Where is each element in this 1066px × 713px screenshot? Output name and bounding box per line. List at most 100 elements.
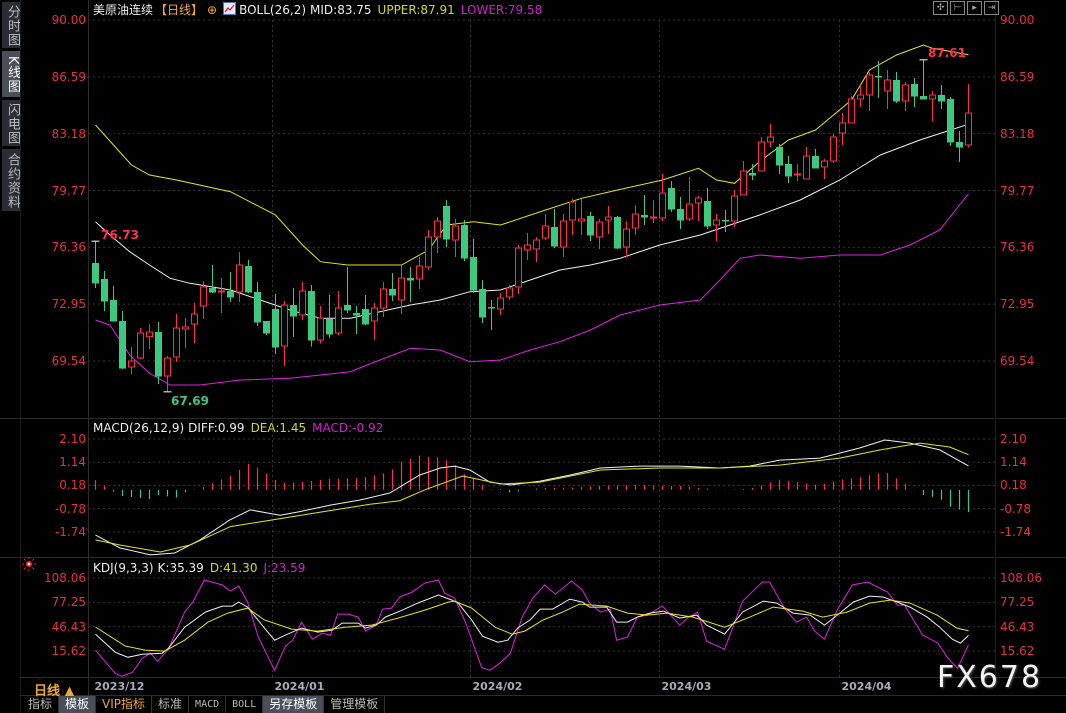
- candle-up: [299, 282, 306, 320]
- fx678-watermark: FX678: [937, 660, 1043, 695]
- kdj-j-line: [95, 579, 969, 677]
- candle-body: [911, 84, 918, 97]
- candle-body: [641, 215, 648, 218]
- chart-toolbar: ✣ ⊢ ▸ ⇥: [933, 1, 1001, 20]
- kdj-tick-right: 15.62: [1000, 644, 1035, 658]
- candle-down: [443, 200, 450, 247]
- candle-down: [407, 267, 414, 302]
- candle-up: [164, 356, 171, 392]
- candle-body: [632, 213, 639, 229]
- candle-up: [425, 230, 432, 270]
- tab-templates[interactable]: 模板: [59, 696, 97, 713]
- candle-up: [740, 161, 747, 196]
- kdj-tick-left: 108.06: [44, 571, 86, 585]
- tab-macd[interactable]: MACD: [189, 696, 227, 713]
- candle-body: [542, 225, 549, 239]
- tab-indicators[interactable]: 指标: [22, 696, 60, 713]
- candle-body: [650, 216, 657, 219]
- macd-diff-line: [95, 439, 969, 556]
- zoom-in-icon[interactable]: ⊢: [950, 1, 965, 15]
- kdj-panel: [95, 579, 969, 677]
- candle-body: [290, 305, 297, 317]
- candle-up: [794, 164, 801, 181]
- kdj-tick-left: 46.43: [51, 619, 86, 634]
- candle-up: [731, 190, 738, 227]
- price-tick-right: 90.00: [1000, 13, 1035, 27]
- tab-manage-templates[interactable]: 管理模板: [324, 696, 386, 713]
- boll-indicator-icon[interactable]: [223, 2, 237, 15]
- candle-down: [920, 59, 927, 100]
- candle-down: [101, 271, 108, 311]
- boll-upper: UPPER:87.91: [377, 3, 455, 17]
- candle-up: [866, 72, 873, 111]
- candle-up: [578, 199, 585, 235]
- candle-up: [659, 174, 666, 221]
- move-icon[interactable]: ✣: [933, 1, 948, 15]
- kdj-tick-left: 77.25: [51, 595, 86, 610]
- candle-body: [704, 201, 711, 227]
- tab-standard[interactable]: 标准: [152, 696, 190, 713]
- candle-body: [479, 289, 486, 318]
- scroll-right-icon[interactable]: ⇥: [984, 1, 999, 15]
- candle-up: [884, 70, 891, 109]
- tab-vip-indicators[interactable]: VIP指标: [96, 696, 153, 713]
- candle-body: [614, 217, 621, 249]
- kdj-tick-right: 46.43: [1000, 619, 1035, 634]
- price-tick-left: 72.95: [51, 297, 86, 312]
- candle-body: [623, 228, 630, 248]
- tab-boll[interactable]: BOLL: [226, 696, 264, 713]
- macd-tick-right: -0.78: [1000, 501, 1032, 516]
- candle-down: [704, 188, 711, 229]
- crosshair-toggle-icon[interactable]: ⊕: [207, 3, 217, 17]
- tab-save-template[interactable]: 另存模板: [263, 696, 325, 713]
- candle-body: [668, 188, 675, 210]
- candle-body: [209, 288, 216, 293]
- candle-up: [137, 328, 144, 359]
- candle-down: [461, 220, 468, 261]
- candle-up: [686, 177, 693, 221]
- candle-body: [218, 290, 225, 293]
- candle-body: [533, 239, 540, 250]
- candle-body: [551, 227, 558, 247]
- candle-up: [371, 303, 378, 340]
- chart-canvas[interactable]: [0, 0, 1066, 713]
- kdj-d-line: [95, 599, 969, 652]
- candle-body: [659, 192, 666, 219]
- boll-mid: MID:83.75: [310, 3, 372, 17]
- zoom-out-icon[interactable]: ▸: [967, 1, 982, 15]
- price-header: 美原油连续 【日线】 ⊕ BOLL(26,2) MID:83.75 UPPER:87.91…: [93, 2, 548, 17]
- kdj-tick-right: 77.25: [1000, 595, 1035, 610]
- candle-body: [326, 319, 333, 335]
- candle-up: [830, 134, 837, 163]
- candle-body: [227, 291, 234, 298]
- price-panel: [91, 44, 972, 393]
- candle-up: [416, 257, 423, 289]
- candle-body: [740, 170, 747, 196]
- candle-body: [389, 289, 396, 296]
- period-label: 【日线】: [155, 3, 204, 17]
- candle-up: [182, 318, 189, 348]
- price-tick-right: 83.18: [1000, 126, 1035, 141]
- candle-down: [587, 212, 594, 241]
- candle-down: [344, 267, 351, 313]
- candle-body: [803, 155, 810, 180]
- candle-up: [200, 281, 207, 319]
- candle-down: [470, 239, 477, 293]
- candle-down: [911, 78, 918, 107]
- candle-body: [677, 209, 684, 221]
- candle-body: [488, 307, 495, 309]
- candle-down: [155, 322, 162, 384]
- macd-tick-right: -1.74: [1000, 524, 1032, 539]
- price-tick-left: 86.59: [51, 69, 86, 84]
- candle-body: [848, 98, 855, 124]
- boll-lower: LOWER:79.58: [460, 3, 543, 17]
- candle-body: [938, 95, 945, 102]
- candle-body: [362, 309, 369, 325]
- candle-body: [758, 141, 765, 172]
- month-label: 2024/04: [841, 680, 892, 693]
- candle-down: [92, 241, 99, 288]
- red-dot-icon[interactable]: [22, 557, 36, 571]
- candle-up: [839, 113, 846, 145]
- candle-body: [191, 313, 198, 325]
- candle-up: [452, 219, 459, 257]
